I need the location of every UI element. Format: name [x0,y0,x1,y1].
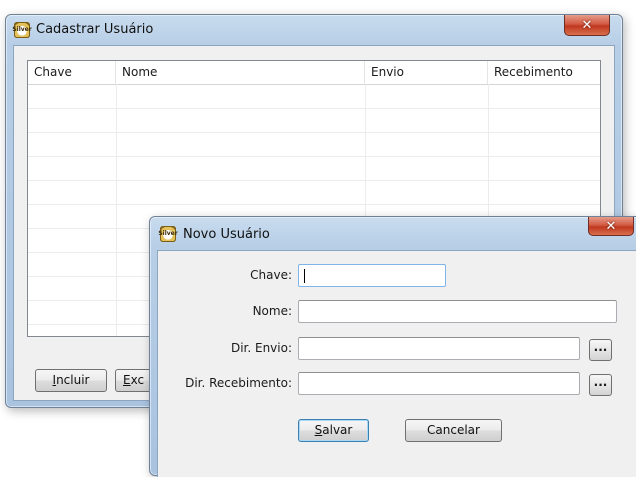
app-logo-icon: Silver [12,22,32,38]
dir-envio-label: Dir. Envio: [230,341,292,355]
chave-input[interactable] [298,264,446,287]
close-icon: ✕ [605,218,617,234]
column-header-chave[interactable]: Chave [28,61,116,84]
table-row-separator [28,180,600,181]
text-caret [304,269,305,283]
dir-recebimento-input[interactable] [298,372,580,395]
nome-input[interactable] [298,300,617,323]
main-window-title: Cadastrar Usuário [36,22,154,37]
dir-envio-browse-button[interactable]: ... [589,339,612,361]
main-close-button[interactable]: ✕ [564,15,610,36]
dialog-client-area: Chave: Nome: Dir. Envio: ... Dir. Recebi… [157,250,636,477]
dir-recebimento-label: Dir. Recebimento: [185,376,292,390]
dir-envio-input[interactable] [298,337,580,360]
close-icon: ✕ [581,17,593,33]
dir-recebimento-browse-button[interactable]: ... [589,374,612,396]
chave-label: Chave: [250,268,292,282]
table-header: Chave Nome Envio Recebimento [28,61,600,85]
column-header-envio[interactable]: Envio [365,61,488,84]
dialog-close-button[interactable]: ✕ [588,217,634,236]
column-header-nome[interactable]: Nome [116,61,365,84]
app-logo-icon: Silver [158,226,178,242]
cancelar-button[interactable]: Cancelar [405,419,502,442]
salvar-button[interactable]: Salvar [298,419,369,442]
column-header-recebimento[interactable]: Recebimento [488,61,602,84]
dialog-title: Novo Usuário [183,227,270,242]
table-row-separator [28,108,600,109]
main-titlebar[interactable]: Silver Cadastrar Usuário ✕ [6,15,622,45]
nome-label: Nome: [252,304,292,318]
table-row-separator [28,204,600,205]
table-row-separator [28,156,600,157]
table-row-separator [28,132,600,133]
dialog-titlebar[interactable]: Silver Novo Usuário ✕ [150,217,636,247]
table-column-separator [116,84,117,336]
incluir-button[interactable]: Incluir [35,369,107,392]
novo-usuario-dialog: Silver Novo Usuário ✕ Chave: Nome: Dir. … [149,216,636,477]
